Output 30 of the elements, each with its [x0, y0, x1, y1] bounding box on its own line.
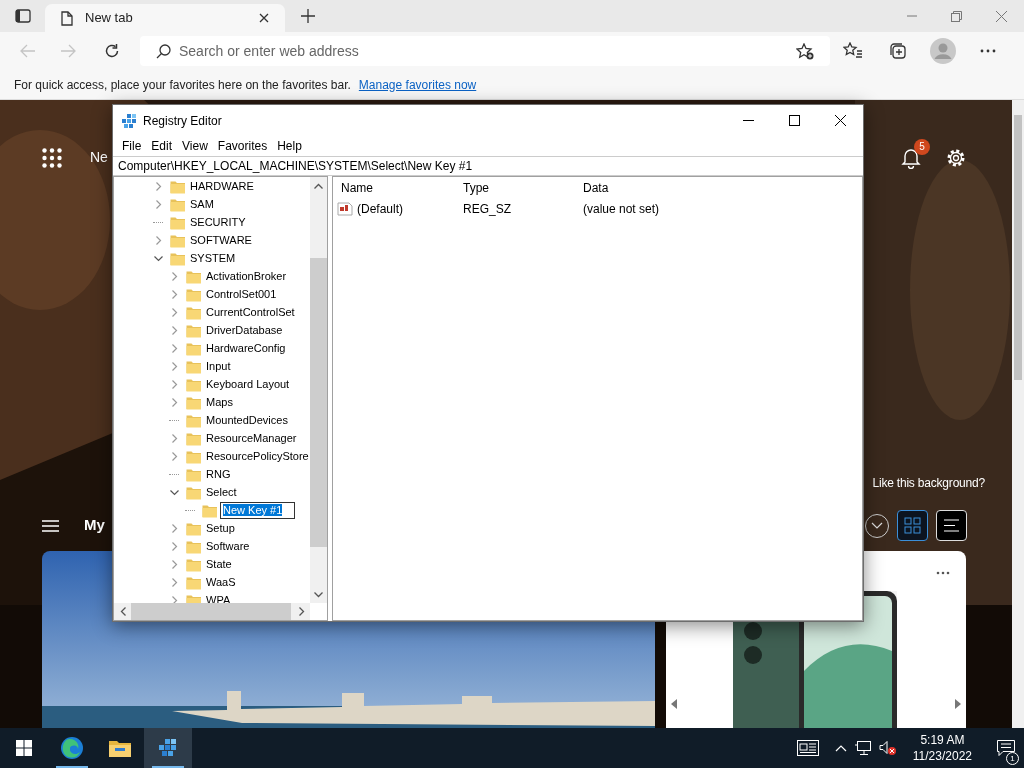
taskbar-app-button[interactable]: [144, 728, 192, 768]
address-placeholder: Search or enter web address: [179, 41, 360, 61]
browser-tab[interactable]: New tab: [45, 4, 285, 32]
refresh-icon[interactable]: [104, 43, 120, 59]
news-icon[interactable]: [796, 740, 819, 756]
browser-icon: [60, 736, 84, 760]
search-icon: [156, 43, 171, 59]
tab-actions-icon[interactable]: [14, 9, 31, 23]
avatar-icon[interactable]: [929, 38, 956, 64]
address-field[interactable]: Search or enter web address: [140, 36, 830, 66]
chat-icon: [997, 740, 1015, 756]
notification-count: 1: [1006, 752, 1019, 765]
notifications-button[interactable]: 1: [988, 728, 1024, 768]
favorites-bar-hint: For quick access, place your favorites here on the favorites bar.: [14, 76, 351, 94]
close-icon[interactable]: [259, 13, 269, 23]
tab-title: New tab: [85, 9, 134, 28]
favorites-icon[interactable]: [842, 42, 863, 60]
scrollbar[interactable]: [1012, 100, 1024, 728]
clock-date[interactable]: 11/23/2022: [912, 748, 972, 764]
manage-favorites-link[interactable]: Manage favorites now: [358, 75, 477, 94]
four-panes-icon: [16, 740, 32, 756]
collections-icon[interactable]: [887, 42, 908, 60]
clock-time[interactable]: 5:19 AM: [912, 732, 972, 748]
network-icon[interactable]: [854, 741, 871, 755]
volume-muted-icon[interactable]: [878, 741, 897, 755]
plus-icon[interactable]: [300, 9, 315, 23]
chevron-up-icon[interactable]: [834, 744, 847, 752]
restore-icon[interactable]: [951, 10, 962, 22]
star-plus-icon[interactable]: [796, 42, 814, 60]
page-icon: [61, 10, 73, 26]
